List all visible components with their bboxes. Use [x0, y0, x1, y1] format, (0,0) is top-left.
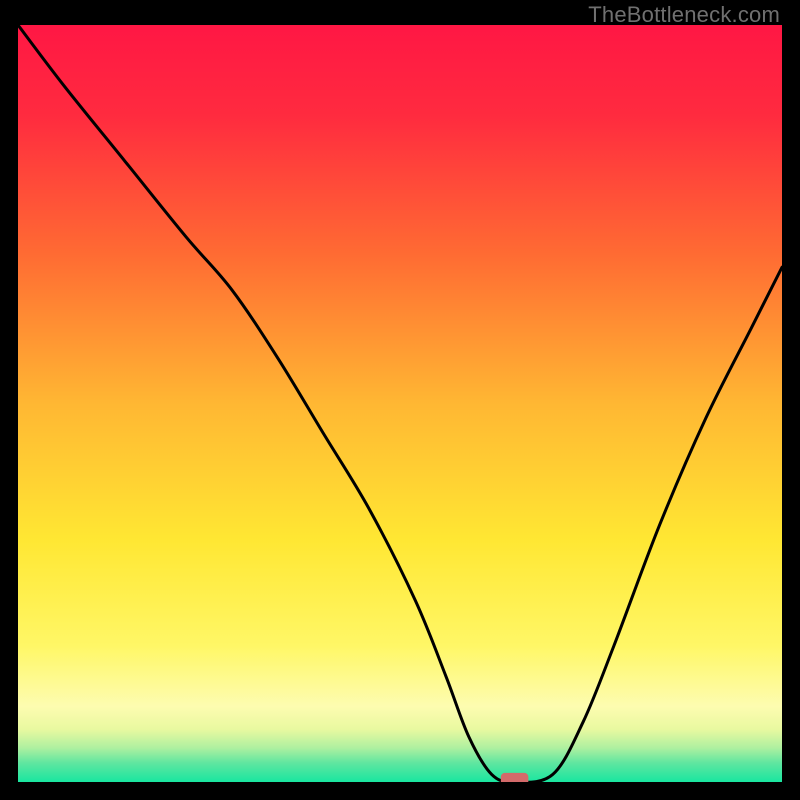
plot-area	[18, 25, 782, 782]
chart-svg	[18, 25, 782, 782]
optimal-point-marker	[501, 773, 529, 782]
watermark-text: TheBottleneck.com	[588, 2, 780, 28]
chart-frame: TheBottleneck.com	[0, 0, 800, 800]
gradient-background	[18, 25, 782, 782]
